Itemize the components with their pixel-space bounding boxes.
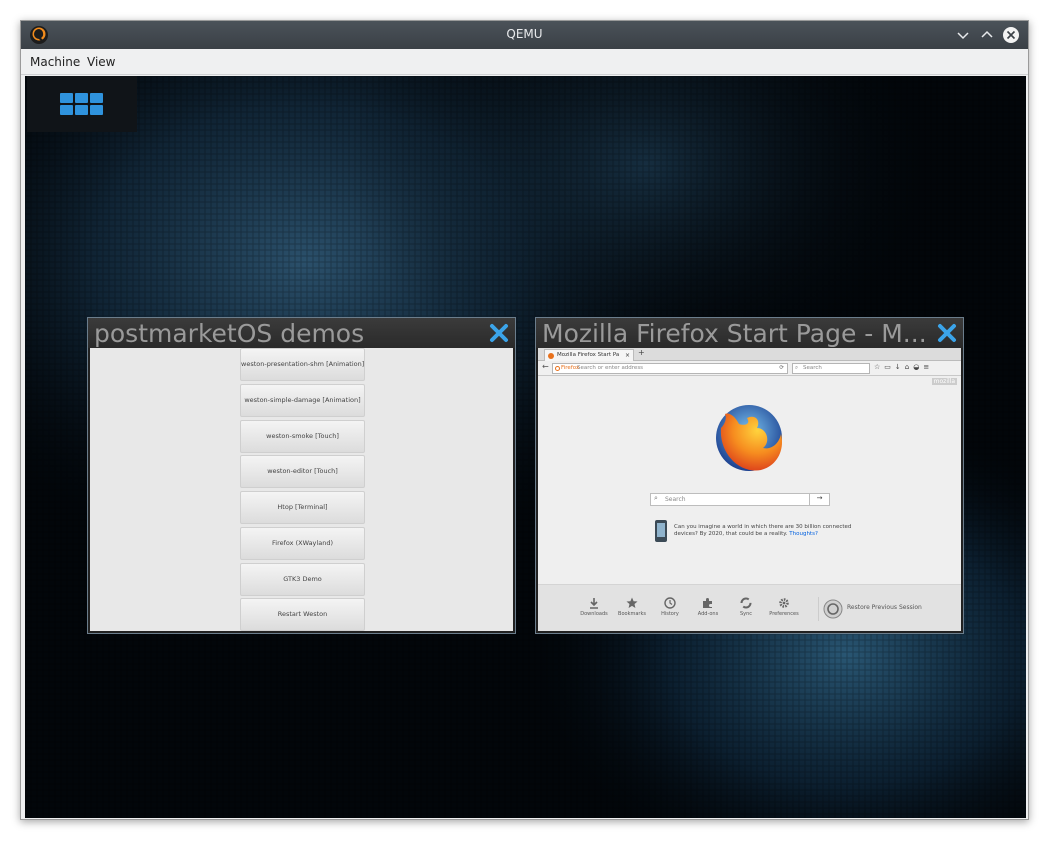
close-button[interactable] — [1002, 26, 1020, 44]
demo-button[interactable]: weston-simple-damage [Animation] — [240, 384, 365, 417]
firefox-start-page: mozilla ⌕ Search → Can you imagine a wor… — [538, 376, 961, 584]
app-launcher-button[interactable] — [27, 76, 137, 132]
toolbar-search-placeholder: Search — [803, 365, 822, 371]
sync-icon — [740, 597, 752, 609]
demo-button[interactable]: weston-editor [Touch] — [240, 455, 365, 488]
home-icon[interactable]: ⌂ — [905, 363, 913, 371]
restore-session-label: Restore Previous Session — [847, 604, 922, 611]
window-tile-demos[interactable]: postmarketOS demos weston-presentation-s… — [87, 317, 516, 634]
reload-icon[interactable]: ⟳ — [779, 364, 784, 373]
window-tile-firefox[interactable]: Mozilla Firefox Start Page - M... Mozill… — [535, 317, 964, 634]
demo-button[interactable]: Htop [Terminal] — [240, 491, 365, 524]
bookmark-star-icon[interactable]: ☆ — [874, 363, 884, 371]
toolbar-search-field[interactable]: ⌕ Search — [792, 363, 870, 374]
search-go-button[interactable]: → — [809, 494, 829, 505]
firefox-window-content: Mozilla Firefox Start Pa × + ← Firefox S… — [538, 348, 961, 631]
search-icon: ⌕ — [654, 494, 658, 502]
bookmarks-launcher[interactable]: Bookmarks — [614, 597, 650, 617]
demos-window-content: weston-presentation-shm [Animation] west… — [90, 348, 513, 631]
url-bar[interactable]: Firefox Search or enter address ⟳ — [552, 363, 788, 374]
menubar: Machine View — [21, 49, 1028, 75]
new-tab-icon[interactable]: + — [638, 348, 645, 357]
tile-titlebar: Mozilla Firefox Start Page - M... — [536, 318, 963, 348]
download-icon — [590, 598, 598, 609]
minimize-button[interactable] — [954, 26, 972, 44]
tile-title: Mozilla Firefox Start Page - M... — [542, 319, 927, 348]
device-icon — [655, 520, 667, 542]
hamburger-menu-icon[interactable]: ≡ — [923, 363, 933, 371]
tile-title: postmarketOS demos — [94, 319, 365, 348]
preferences-launcher[interactable]: Preferences — [766, 597, 802, 617]
firefox-tabstrip: Mozilla Firefox Start Pa × + — [538, 348, 961, 361]
page-search-field[interactable]: ⌕ Search → — [650, 493, 830, 506]
star-icon — [626, 597, 638, 608]
firefox-logo-icon — [716, 405, 783, 471]
search-icon: ⌕ — [795, 365, 799, 371]
maximize-button[interactable] — [978, 26, 996, 44]
mozilla-badge: mozilla — [931, 378, 957, 385]
window-title: QEMU — [506, 27, 543, 41]
puzzle-icon — [703, 598, 712, 608]
firefox-tab[interactable]: Mozilla Firefox Start Pa × — [544, 349, 634, 361]
qemu-window: QEMU Machine View postmarketOS demos wes… — [20, 20, 1029, 820]
downloads-launcher[interactable]: Downloads — [576, 597, 612, 617]
launcher-footer: Downloads Bookmarks History Add-ons Sync… — [538, 584, 961, 631]
addons-launcher[interactable]: Add-ons — [690, 597, 726, 617]
qemu-titlebar[interactable]: QEMU — [21, 21, 1028, 49]
back-icon[interactable]: ← — [542, 362, 549, 371]
tile-titlebar: postmarketOS demos — [88, 318, 515, 348]
guest-display[interactable]: postmarketOS demos weston-presentation-s… — [25, 76, 1026, 818]
info-icon — [555, 366, 560, 371]
close-icon[interactable] — [936, 322, 958, 344]
url-placeholder: Search or enter address — [577, 365, 644, 371]
restore-icon — [823, 599, 843, 619]
url-identity-label: Firefox — [561, 365, 580, 371]
menu-view[interactable]: View — [87, 55, 115, 69]
close-icon[interactable] — [488, 322, 510, 344]
snippet-link[interactable]: Thoughts? — [789, 531, 818, 537]
menu-machine[interactable]: Machine — [30, 55, 80, 69]
restore-session-button[interactable]: Restore Previous Session — [818, 597, 922, 621]
page-search-placeholder: Search — [665, 496, 686, 503]
clock-icon — [664, 597, 676, 609]
demo-button[interactable]: weston-presentation-shm [Animation] — [240, 348, 365, 381]
demo-button[interactable]: Firefox (XWayland) — [240, 527, 365, 560]
demo-button[interactable]: GTK3 Demo — [240, 563, 365, 596]
pocket-icon[interactable]: ◒ — [913, 363, 923, 371]
demo-button[interactable]: Restart Weston — [240, 598, 365, 631]
demo-button[interactable]: weston-smoke [Touch] — [240, 420, 365, 453]
tab-close-icon[interactable]: × — [625, 350, 630, 361]
history-launcher[interactable]: History — [652, 597, 688, 617]
snippet-text: Can you imagine a world in which there a… — [674, 524, 852, 537]
reader-icon[interactable]: ▭ — [884, 363, 895, 371]
firefox-tab-title: Mozilla Firefox Start Pa — [557, 352, 620, 358]
firefox-toolbar: ← Firefox Search or enter address ⟳ ⌕ Se… — [538, 361, 961, 376]
sync-launcher[interactable]: Sync — [728, 597, 764, 617]
download-icon[interactable]: ↓ — [895, 363, 905, 371]
gear-icon — [779, 598, 789, 608]
firefox-tab-icon — [548, 353, 554, 359]
toolbar-icons: ☆▭↓⌂◒≡ — [874, 363, 933, 371]
